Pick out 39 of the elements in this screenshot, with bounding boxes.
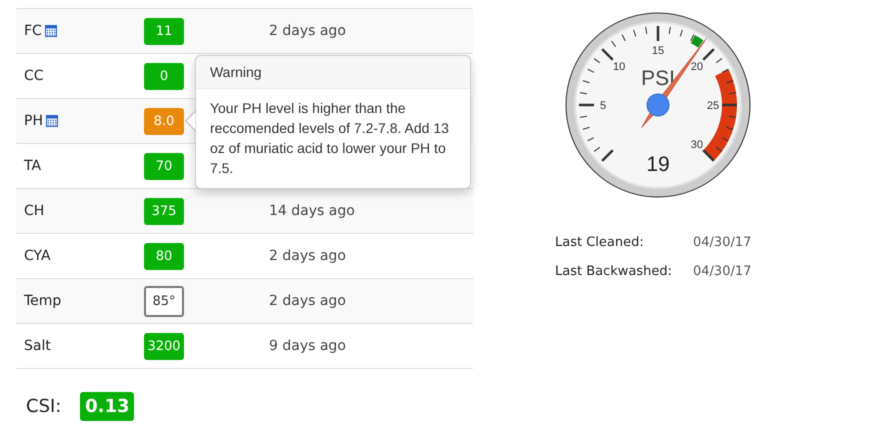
reading-value: 8.0 (144, 108, 184, 134)
gauge-tick-label: 30 (690, 138, 704, 151)
maintenance-date: 04/30/17 (693, 235, 752, 250)
calculator-icon[interactable] (44, 25, 57, 37)
reading-name: Temp (24, 293, 62, 309)
csi-label: CSI: (26, 396, 62, 417)
reading-value: 11 (144, 18, 184, 44)
gauge-value: 19 (646, 153, 670, 176)
csi-value: 0.13 (80, 392, 134, 421)
gauge-tick-label: 5 (600, 100, 606, 112)
reading-age: 2 days ago (269, 293, 346, 309)
reading-age: 2 days ago (269, 248, 346, 264)
reading-value: 80 (144, 242, 184, 270)
reading-name: FC (24, 23, 42, 39)
reading-age: 2 days ago (269, 23, 346, 39)
reading-name: CYA (24, 248, 51, 264)
reading-value: 3200 (144, 332, 184, 360)
reading-age: 9 days ago (269, 338, 346, 354)
gauge-unit: PSI (641, 67, 675, 90)
gauge-tick-label: 10 (612, 61, 626, 74)
calculator-icon[interactable] (46, 115, 58, 127)
reading-value: 85° (144, 286, 184, 316)
reading-name: CC (24, 68, 44, 84)
popover-text: Your PH level is higher than the reccomended levels of 7.2-7.8. Add 13 oz of muriatic acid to lower your PH to 7.5. (208, 99, 450, 178)
gauge-tick-label: 25 (706, 100, 720, 112)
reading-name: Salt (24, 338, 51, 354)
reading-value: 375 (144, 198, 184, 224)
reading-name: PH (24, 113, 43, 129)
maintenance-label: Last Backwashed: (555, 264, 674, 279)
reading-name: TA (24, 158, 42, 174)
maintenance-date: 04/30/17 (693, 264, 752, 279)
reading-name: CH (24, 203, 44, 219)
gauge-tick-label: 15 (652, 45, 664, 57)
reading-value: 0 (144, 62, 184, 90)
popover-title: Warning (196, 56, 470, 89)
reading-age: 14 days ago (269, 203, 355, 219)
maintenance-label: Last Cleaned: (555, 235, 645, 250)
reading-value: 70 (144, 152, 184, 180)
gauge-tick-label: 20 (690, 61, 704, 74)
